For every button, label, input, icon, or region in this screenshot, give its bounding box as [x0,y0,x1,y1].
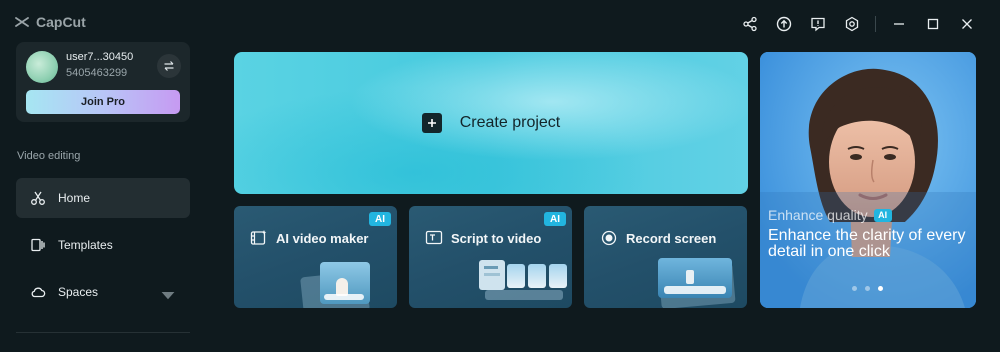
record-screen-card[interactable]: Record screen [584,206,747,308]
sidebar-divider [16,332,190,333]
upload-icon[interactable] [767,12,801,36]
title-bar: CapCut [0,0,1000,44]
carousel-dot[interactable] [865,286,870,291]
user-id: 5405463299 [66,67,128,79]
chevron-down-icon[interactable] [160,288,176,304]
window-controls [733,12,984,36]
avatar[interactable] [26,51,58,83]
minimize-icon[interactable] [882,12,916,36]
feedback-icon[interactable] [801,12,835,36]
username: user7...30450 [66,51,134,63]
record-icon [601,230,617,246]
ai-badge: AI [873,208,892,222]
sidebar-item-label: Home [58,191,91,205]
script-to-video-card[interactable]: AI Script to video [409,206,572,308]
swap-icon [164,61,174,71]
cloud-icon [31,287,46,298]
templates-icon [31,238,45,252]
feature-title: AI video maker [250,229,369,247]
ai-video-illustration [300,262,374,308]
ai-video-maker-card[interactable]: AI AI video maker [234,206,397,308]
create-project-button[interactable]: Create project [234,52,748,194]
switch-account-button[interactable] [157,54,181,78]
carousel-dot-active[interactable] [878,286,883,291]
feature-title: Record screen [600,229,716,247]
close-icon[interactable] [950,12,984,36]
enhance-quality-promo[interactable]: Enhance quality AI Enhance the clarity o… [760,52,976,308]
share-icon[interactable] [733,12,767,36]
section-label-video-editing: Video editing [17,150,81,162]
account-card: user7...30450 5405463299 Join Pro [16,42,190,122]
promo-subtitle-text: Enhance quality [768,207,868,223]
portrait-illustration [760,52,976,308]
plus-icon [421,113,442,133]
feature-title: Script to video [425,229,541,247]
feature-label: Record screen [626,230,717,246]
app-name: CapCut [36,14,86,30]
create-project-label: Create project [459,114,561,131]
app-logo: CapCut [14,14,86,30]
settings-icon[interactable] [835,12,869,36]
script-to-video-illustration [479,256,569,306]
maximize-icon[interactable] [916,12,950,36]
promo-subtitle: Enhance quality AI [768,207,892,223]
ai-video-icon [250,230,267,245]
join-pro-button[interactable]: Join Pro [26,90,180,114]
sidebar-item-label: Spaces [58,285,99,299]
ai-badge: AI [544,212,566,226]
ai-badge: AI [369,212,391,226]
scissors-icon [31,191,45,205]
capcut-logo-icon [15,17,29,27]
feature-label: AI video maker [276,230,369,246]
sidebar-item-home[interactable]: Home [16,178,190,218]
script-icon [425,230,443,245]
titlebar-divider [875,16,876,32]
record-screen-illustration [656,256,740,308]
carousel-dot[interactable] [852,286,857,291]
sidebar-item-templates[interactable]: Templates [16,225,190,265]
sidebar-item-spaces[interactable]: Spaces [16,272,190,312]
carousel-dots [852,286,883,291]
sidebar-item-label: Templates [58,238,113,252]
feature-label: Script to video [451,230,542,246]
promo-headline: Enhance the clarity of every detail in o… [768,227,966,260]
